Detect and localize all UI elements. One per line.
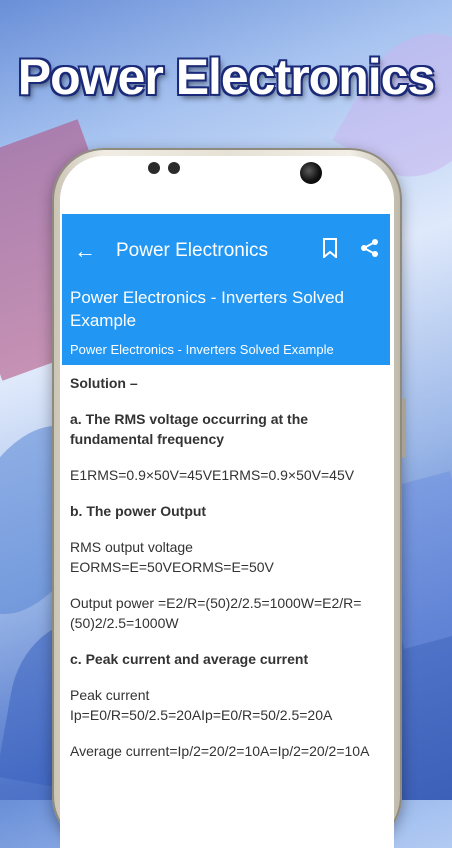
side-button: [402, 398, 406, 458]
section-text-a: E1RMS=0.9×50V=45VE1RMS=0.9×50V=45V: [70, 467, 355, 483]
article-header: Power Electronics - Inverters Solved Exa…: [62, 284, 390, 365]
section-text-c2: Average current=Ip/2=20/2=10A=Ip/2=20/2=…: [70, 743, 370, 759]
article-body: Solution – a. The RMS voltage occurring …: [62, 365, 390, 785]
app-bar: ← Power Electronics: [62, 214, 390, 288]
section-text-c1: Peak current Ip=E0/R=50/2.5=20AIp=E0/R=5…: [70, 687, 333, 723]
section-text-b2: Output power =E2/R=(50)2/2.5=1000W=E2/R=…: [70, 595, 362, 631]
section-heading-c: c. Peak current and average current: [70, 651, 309, 667]
section-heading-b: b. The power Output: [70, 503, 207, 519]
sensor-dot: [148, 162, 160, 174]
share-icon[interactable]: [350, 238, 390, 264]
promo-title: Power Electronics: [17, 49, 436, 105]
back-arrow-icon[interactable]: ←: [62, 238, 108, 264]
article-title: Power Electronics - Inverters Solved Exa…: [70, 288, 344, 330]
article-subtitle: Power Electronics - Inverters Solved Exa…: [70, 342, 334, 357]
section-text-b1: RMS output voltage EORMS=E=50VEORMS=E=50…: [70, 539, 274, 575]
bookmark-icon[interactable]: [310, 238, 350, 264]
sensor-dot: [168, 162, 180, 174]
solution-label: Solution –: [70, 375, 138, 391]
app-screen: ← Power Electronics Power Electronics - …: [62, 214, 390, 800]
section-heading-a: a. The RMS voltage occurring at the fund…: [70, 411, 309, 447]
front-camera: [300, 162, 322, 184]
app-bar-title: Power Electronics: [116, 240, 269, 261]
